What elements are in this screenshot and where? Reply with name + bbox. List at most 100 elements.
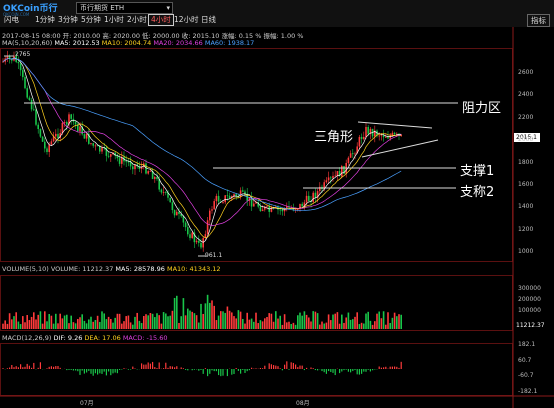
- macd-bar: [321, 369, 323, 372]
- volume-bar: [242, 318, 244, 329]
- macd-bar: [163, 368, 165, 369]
- macd-bar: [116, 369, 118, 374]
- candle-body: [308, 195, 310, 201]
- candle-body: [224, 195, 226, 203]
- volume-bar: [347, 312, 350, 329]
- macd-bar: [123, 368, 125, 369]
- macd-bar: [15, 366, 17, 369]
- candle-body: [242, 190, 244, 192]
- macd-bar: [396, 366, 398, 369]
- macd-bar: [11, 364, 13, 369]
- volume-bar: [57, 323, 59, 329]
- ma-lines-group: [2, 57, 402, 243]
- macd-bar: [97, 369, 99, 375]
- macd-bar: [378, 366, 380, 369]
- macd-bar: [31, 367, 33, 369]
- candle-body: [253, 203, 255, 207]
- candle-body: [378, 135, 380, 137]
- volume-bar: [297, 315, 299, 329]
- macd-bar: [314, 369, 316, 371]
- candle-body: [191, 232, 193, 239]
- macd-bar: [215, 369, 217, 372]
- x-label-august: 08月: [296, 400, 310, 407]
- macd-bar: [380, 367, 382, 369]
- macd-bar: [262, 368, 264, 369]
- volume-bar: [193, 313, 196, 329]
- ma5-line: [2, 57, 402, 243]
- triangle-lower-line: [361, 139, 439, 158]
- volume-bar: [226, 306, 229, 329]
- volume-bar: [79, 317, 81, 329]
- candle-body: [171, 202, 174, 211]
- volume-bar: [319, 324, 321, 329]
- volume-bar: [239, 311, 242, 329]
- volume-bar: [6, 323, 9, 329]
- candle-body: [79, 126, 81, 132]
- volume-bar: [222, 311, 224, 329]
- macd-bar: [114, 369, 116, 373]
- volume-bar: [167, 316, 169, 329]
- macd-bar: [57, 366, 59, 369]
- volume-bar: [2, 323, 4, 329]
- volume-bar: [277, 318, 279, 329]
- macd-bar: [270, 364, 272, 369]
- macd-bar: [361, 369, 363, 374]
- candle-body: [74, 121, 77, 125]
- volume-current: 11212.37: [516, 322, 545, 329]
- candle-body: [182, 216, 185, 223]
- volume-bar: [178, 322, 180, 329]
- candle-body: [61, 122, 64, 134]
- volume-bar: [369, 320, 372, 329]
- macd-bar: [341, 369, 343, 372]
- macd-bar: [237, 369, 239, 371]
- macd-bar: [246, 369, 248, 372]
- annotation-support1: 支撑1: [460, 164, 495, 179]
- macd-bar: [226, 369, 228, 377]
- volume-bar: [68, 323, 70, 329]
- candle-body: [360, 136, 363, 140]
- macd-bar: [369, 369, 371, 372]
- macd-bar: [103, 369, 105, 372]
- macd-bar: [222, 369, 224, 376]
- annotation-resistance: 阻力区: [462, 101, 502, 116]
- candle-body: [118, 158, 121, 164]
- volume-bars-group: [2, 294, 402, 329]
- macd-info: MACD(12,26,9) DIF: 9.26 DEA: 17.06 MACD:…: [2, 334, 168, 342]
- macd-bar: [358, 369, 360, 375]
- volume-bar: [171, 310, 174, 329]
- volume-bar: [81, 314, 83, 329]
- volume-bar: [26, 315, 28, 329]
- axis-tick-label: 2400: [518, 91, 534, 99]
- volume-ma10: MA10: 41343.12: [166, 265, 221, 273]
- macd-bar: [6, 368, 8, 369]
- macd-bar: [165, 362, 167, 369]
- candle-body: [327, 177, 330, 181]
- candle-body: [336, 171, 339, 176]
- candle-body: [24, 77, 26, 89]
- candle-body: [63, 122, 66, 123]
- macd-bar: [347, 369, 349, 372]
- annotation-support2: 支称2: [460, 185, 495, 200]
- volume-bar: [215, 320, 218, 329]
- candle-body: [30, 99, 33, 110]
- volume-bar: [321, 321, 323, 329]
- volume-bar: [143, 316, 145, 329]
- volume-bar: [246, 312, 248, 329]
- macd-bar: [334, 369, 336, 376]
- macd-bar: [50, 366, 52, 369]
- volume-bar: [85, 323, 88, 329]
- macd-bar: [176, 366, 178, 369]
- candle-body: [19, 63, 22, 71]
- volume-bar: [292, 322, 295, 329]
- axis-tick-label: 2600: [518, 69, 534, 76]
- candle-body: [314, 192, 317, 198]
- kline-chart[interactable]: [0, 0, 554, 408]
- macd-bar: [26, 363, 28, 369]
- macd-bar: [66, 369, 68, 371]
- candle-body: [198, 240, 200, 243]
- macd-bar: [310, 367, 312, 369]
- macd-bar: [290, 362, 292, 369]
- volume-bar: [160, 323, 163, 329]
- volume-bar: [268, 313, 270, 329]
- volume-bar: [270, 313, 273, 329]
